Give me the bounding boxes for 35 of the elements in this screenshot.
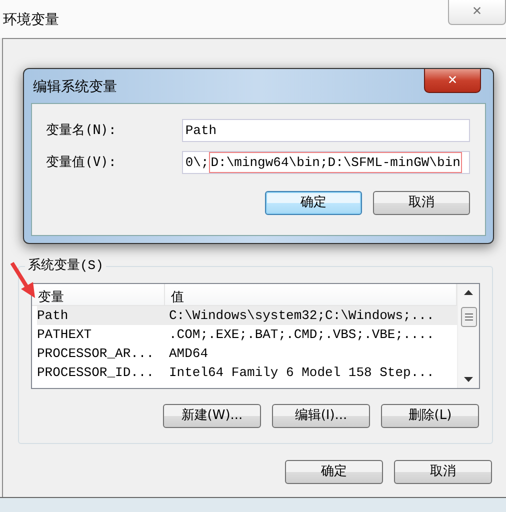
new-button[interactable]: 新建(W)... — [163, 404, 261, 428]
table-cell-text: AMD64 — [168, 345, 210, 363]
table-cell-text: C:\Windows\system32;C:\Windows;... — [168, 307, 436, 325]
ok-button[interactable]: 确定 — [285, 460, 383, 484]
cancel-button[interactable]: 取消 — [373, 191, 470, 215]
highlighted-text: D:\mingw64\bin;D:\SFML-minGW\bin — [208, 152, 462, 173]
close-button[interactable]: ✕ — [448, 0, 506, 25]
table-cell-text: Intel64 Family 6 Model 158 Step... — [168, 364, 436, 382]
window-title: 环境变量 — [2, 11, 59, 30]
list-row[interactable]: PROCESSOR_ID... Intel64 Family 6 Model 158 Step... — [37, 363, 457, 382]
close-button[interactable]: ✕ — [424, 69, 481, 93]
field-text: Path — [185, 122, 217, 140]
scrollbar[interactable] — [457, 284, 479, 388]
cancel-button[interactable]: 取消 — [394, 460, 492, 484]
scroll-down-icon[interactable] — [464, 377, 473, 382]
table-cell-text: PATHEXT — [37, 326, 93, 344]
field-label: 变量值(V): — [46, 154, 118, 172]
table-cell-text: PROCESSOR_ID... — [37, 364, 156, 382]
field-text: 0\; — [185, 154, 209, 172]
input-field[interactable]: 0\;D:\mingw64\bin;D:\SFML-minGW\bin — [182, 151, 470, 174]
list-row[interactable]: Path C:\Windows\system32;C:\Windows;... — [37, 306, 457, 325]
scroll-up-icon[interactable] — [464, 290, 473, 295]
list-row[interactable]: PROCESSOR_AR... AMD64 — [37, 344, 457, 363]
scroll-thumb[interactable] — [460, 307, 476, 327]
dialog-title: 编辑系统变量 — [33, 78, 117, 97]
table-cell-text: Path — [37, 307, 70, 325]
list-row[interactable]: PATHEXT .COM;.EXE;.BAT;.CMD;.VBS;.VBE;.... — [37, 325, 457, 344]
ok-button[interactable]: 确定 — [265, 191, 362, 215]
group-title: 系统变量(S) — [25, 258, 106, 274]
edit-button[interactable]: 编辑(I)... — [272, 404, 370, 428]
table-cell-text: .COM;.EXE;.BAT;.CMD;.VBS;.VBE;.... — [168, 326, 436, 344]
table-cell-text: PROCESSOR_AR... — [37, 345, 156, 363]
delete-button[interactable]: 删除(L) — [381, 404, 479, 428]
field-label: 变量名(N): — [46, 122, 118, 140]
input-field[interactable]: Path — [182, 119, 470, 142]
